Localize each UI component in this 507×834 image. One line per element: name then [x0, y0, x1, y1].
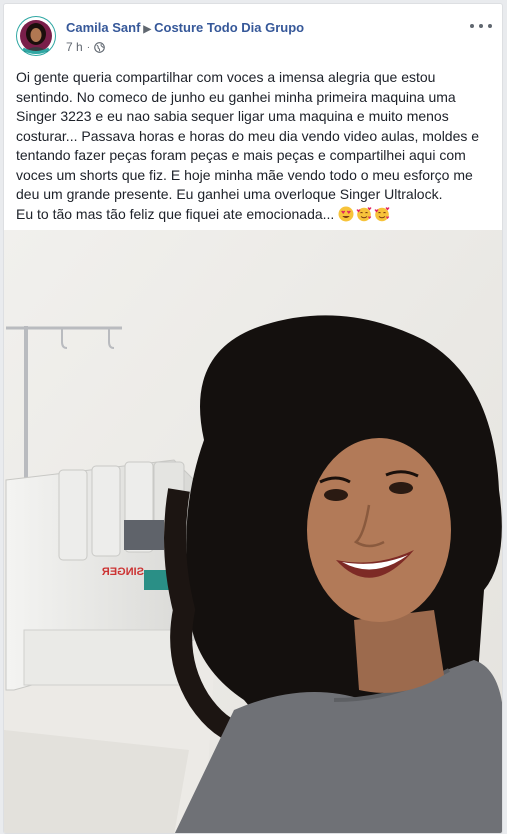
- text-line: voces um shorts que fiz. E hoje minha mã…: [16, 166, 473, 183]
- post-header: Camila Sanf ▶ Costure Todo Dia Grupo 7 h ·: [16, 16, 492, 60]
- globe-icon: [94, 41, 105, 53]
- post-title: Camila Sanf ▶ Costure Todo Dia Grupo: [66, 20, 304, 35]
- smiling-hearts-emoji-icon: [374, 206, 390, 221]
- post-meta: 7 h ·: [66, 40, 105, 54]
- timestamp[interactable]: 7 h: [66, 40, 83, 54]
- share-arrow-icon: ▶: [143, 24, 152, 35]
- post-text: Oi gente queria compartilhar com voces a…: [16, 68, 492, 224]
- text-line: Eu to tão mas tão feliz que fiquei ate e…: [16, 205, 335, 222]
- post-card: Camila Sanf ▶ Costure Todo Dia Grupo 7 h ·…: [3, 3, 503, 834]
- post-photo[interactable]: SINGER: [4, 230, 502, 833]
- text-line: Singer 3223 e eu nao sabia sequer ligar …: [16, 108, 449, 124]
- avatar[interactable]: [16, 16, 56, 56]
- more-options-icon[interactable]: [470, 18, 492, 34]
- text-line: costurar... Passava horas e horas do meu…: [16, 127, 480, 144]
- heart-eyes-emoji-icon: [338, 206, 354, 221]
- group-name[interactable]: Costure Todo Dia Grupo: [154, 20, 304, 35]
- smiling-hearts-emoji-icon: [356, 206, 372, 221]
- svg-text:SINGER: SINGER: [102, 566, 144, 578]
- author-name[interactable]: Camila Sanf: [66, 20, 140, 35]
- meta-separator: ·: [86, 41, 91, 53]
- emoji-group: [338, 206, 390, 222]
- text-line: deu um grande presente. Eu ganhei uma ov…: [16, 186, 443, 202]
- text-line-last: Eu to tão mas tão feliz que fiquei ate e…: [16, 205, 492, 225]
- text-line: sentindo. No comeco de junho eu ganhei m…: [16, 88, 456, 105]
- text-line: tentando fazer peças foram peças e mais …: [16, 147, 466, 163]
- text-line: Oi gente queria compartilhar com voces a…: [16, 69, 436, 85]
